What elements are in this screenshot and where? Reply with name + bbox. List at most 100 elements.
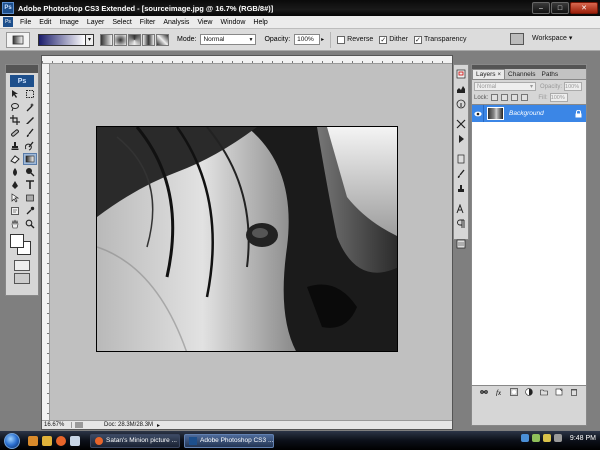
notes-tool-icon[interactable]: [8, 205, 22, 217]
brush-tool-icon[interactable]: [23, 127, 37, 139]
move-tool-icon[interactable]: [8, 88, 22, 100]
horizontal-ruler[interactable]: [42, 56, 452, 64]
menu-select[interactable]: Select: [108, 19, 135, 26]
foreground-color-swatch[interactable]: [10, 234, 24, 248]
radial-gradient-button[interactable]: [114, 33, 127, 46]
document-info-icon[interactable]: [75, 422, 83, 428]
show-desktop-icon[interactable]: [28, 435, 38, 446]
gradient-swatch[interactable]: [38, 33, 86, 46]
histogram-icon[interactable]: [455, 83, 467, 95]
menu-file[interactable]: File: [16, 19, 35, 26]
zoom-level[interactable]: 16.67%: [42, 422, 72, 428]
clone-stamp-icon[interactable]: [8, 140, 22, 152]
bridge-icon[interactable]: [510, 33, 524, 45]
maximize-button[interactable]: □: [551, 2, 569, 14]
minimize-button[interactable]: –: [532, 2, 550, 14]
menu-edit[interactable]: Edit: [35, 19, 55, 26]
tool-preset-picker[interactable]: [6, 31, 30, 48]
tool-presets-icon[interactable]: [455, 153, 467, 165]
zoom-tool-icon[interactable]: [23, 218, 37, 230]
window-switcher-icon[interactable]: [70, 435, 80, 446]
tray-app-icon[interactable]: [542, 434, 551, 442]
transparency-check-box[interactable]: ✓: [413, 35, 422, 44]
screen-mode-button[interactable]: [14, 273, 30, 284]
reflected-gradient-button[interactable]: [142, 33, 155, 46]
lasso-tool-icon[interactable]: [8, 101, 22, 113]
hand-tool-icon[interactable]: [8, 218, 22, 230]
clone-source-icon[interactable]: [455, 183, 467, 195]
reverse-check-box[interactable]: [337, 35, 346, 44]
history-brush-icon[interactable]: [23, 140, 37, 152]
dodge-tool-icon[interactable]: [23, 166, 37, 178]
menu-help[interactable]: Help: [249, 19, 271, 26]
linear-gradient-button[interactable]: [100, 33, 113, 46]
quick-mask-button[interactable]: [14, 260, 30, 271]
tab-paths[interactable]: Paths: [539, 70, 562, 79]
gradient-dropdown-button[interactable]: ▾: [86, 33, 94, 46]
layer-comps-icon[interactable]: [455, 238, 467, 250]
adjustment-layer-icon[interactable]: [524, 388, 533, 396]
image-canvas[interactable]: [96, 126, 398, 352]
opacity-input[interactable]: 100%: [294, 34, 321, 45]
crop-tool-icon[interactable]: [8, 114, 22, 126]
lock-image-icon[interactable]: [501, 94, 509, 101]
healing-brush-icon[interactable]: [8, 127, 22, 139]
reverse-checkbox[interactable]: Reverse: [337, 35, 373, 44]
link-layers-icon[interactable]: [479, 388, 488, 396]
taskbar-button-firefox[interactable]: Satan's Minion picture ...: [90, 433, 180, 448]
tray-app-icon[interactable]: [553, 434, 562, 442]
eraser-tool-icon[interactable]: [8, 153, 22, 165]
lock-position-icon[interactable]: [511, 94, 519, 101]
app-icon[interactable]: Ps: [2, 2, 14, 14]
character-icon[interactable]: [455, 203, 467, 215]
brushes-icon[interactable]: [455, 168, 467, 180]
slice-tool-icon[interactable]: [23, 114, 37, 126]
menu-layer[interactable]: Layer: [83, 19, 109, 26]
fill-input[interactable]: 100%: [549, 93, 568, 102]
angle-gradient-button[interactable]: [128, 33, 141, 46]
gradient-tool-icon[interactable]: [23, 153, 37, 165]
layer-style-icon[interactable]: fx: [494, 388, 503, 396]
blend-mode-select[interactable]: Normal ▾: [474, 82, 536, 91]
tab-channels[interactable]: Channels: [505, 70, 538, 79]
paragraph-icon[interactable]: [455, 218, 467, 230]
menu-window[interactable]: Window: [216, 19, 249, 26]
eyedropper-tool-icon[interactable]: [23, 205, 37, 217]
history-icon[interactable]: [455, 118, 467, 130]
pen-tool-icon[interactable]: [8, 179, 22, 191]
firefox-icon[interactable]: [56, 435, 66, 446]
info-icon[interactable]: [455, 98, 467, 110]
network-icon[interactable]: [520, 434, 529, 442]
close-button[interactable]: ✕: [570, 2, 598, 14]
status-menu-icon[interactable]: ▸: [157, 422, 160, 429]
type-tool-icon[interactable]: [23, 179, 37, 191]
opacity-arrow-icon[interactable]: ▸: [321, 36, 324, 43]
workspace-menu-button[interactable]: Workspace ▾: [532, 34, 572, 42]
menu-filter[interactable]: Filter: [136, 19, 160, 26]
marquee-tool-icon[interactable]: [23, 88, 37, 100]
actions-icon[interactable]: [455, 133, 467, 145]
path-selection-icon[interactable]: [8, 192, 22, 204]
lock-transparent-icon[interactable]: [491, 94, 499, 101]
dither-check-box[interactable]: ✓: [379, 35, 388, 44]
menu-image[interactable]: Image: [55, 19, 82, 26]
visibility-eye-icon[interactable]: [472, 105, 484, 122]
start-button[interactable]: [4, 432, 20, 449]
menu-analysis[interactable]: Analysis: [159, 19, 193, 26]
diamond-gradient-button[interactable]: [156, 33, 169, 46]
group-folder-icon[interactable]: [540, 388, 549, 396]
menu-view[interactable]: View: [193, 19, 216, 26]
transparency-checkbox[interactable]: ✓ Transparency: [413, 35, 466, 44]
shape-tool-icon[interactable]: [23, 192, 37, 204]
trash-icon[interactable]: [570, 388, 579, 396]
taskbar-button-photoshop[interactable]: Adobe Photoshop CS3 ...: [184, 433, 274, 448]
tab-layers[interactable]: Layers ×: [472, 69, 506, 79]
new-layer-icon[interactable]: [555, 388, 564, 396]
lock-all-icon[interactable]: [521, 94, 529, 101]
mode-select[interactable]: Normal ▼: [200, 34, 257, 45]
clock[interactable]: 9:48 PM: [570, 435, 596, 442]
layer-mask-icon[interactable]: [509, 388, 518, 396]
ps-menu-icon[interactable]: Ps: [3, 17, 13, 27]
volume-icon[interactable]: [531, 434, 540, 442]
folder-icon[interactable]: [42, 435, 52, 446]
